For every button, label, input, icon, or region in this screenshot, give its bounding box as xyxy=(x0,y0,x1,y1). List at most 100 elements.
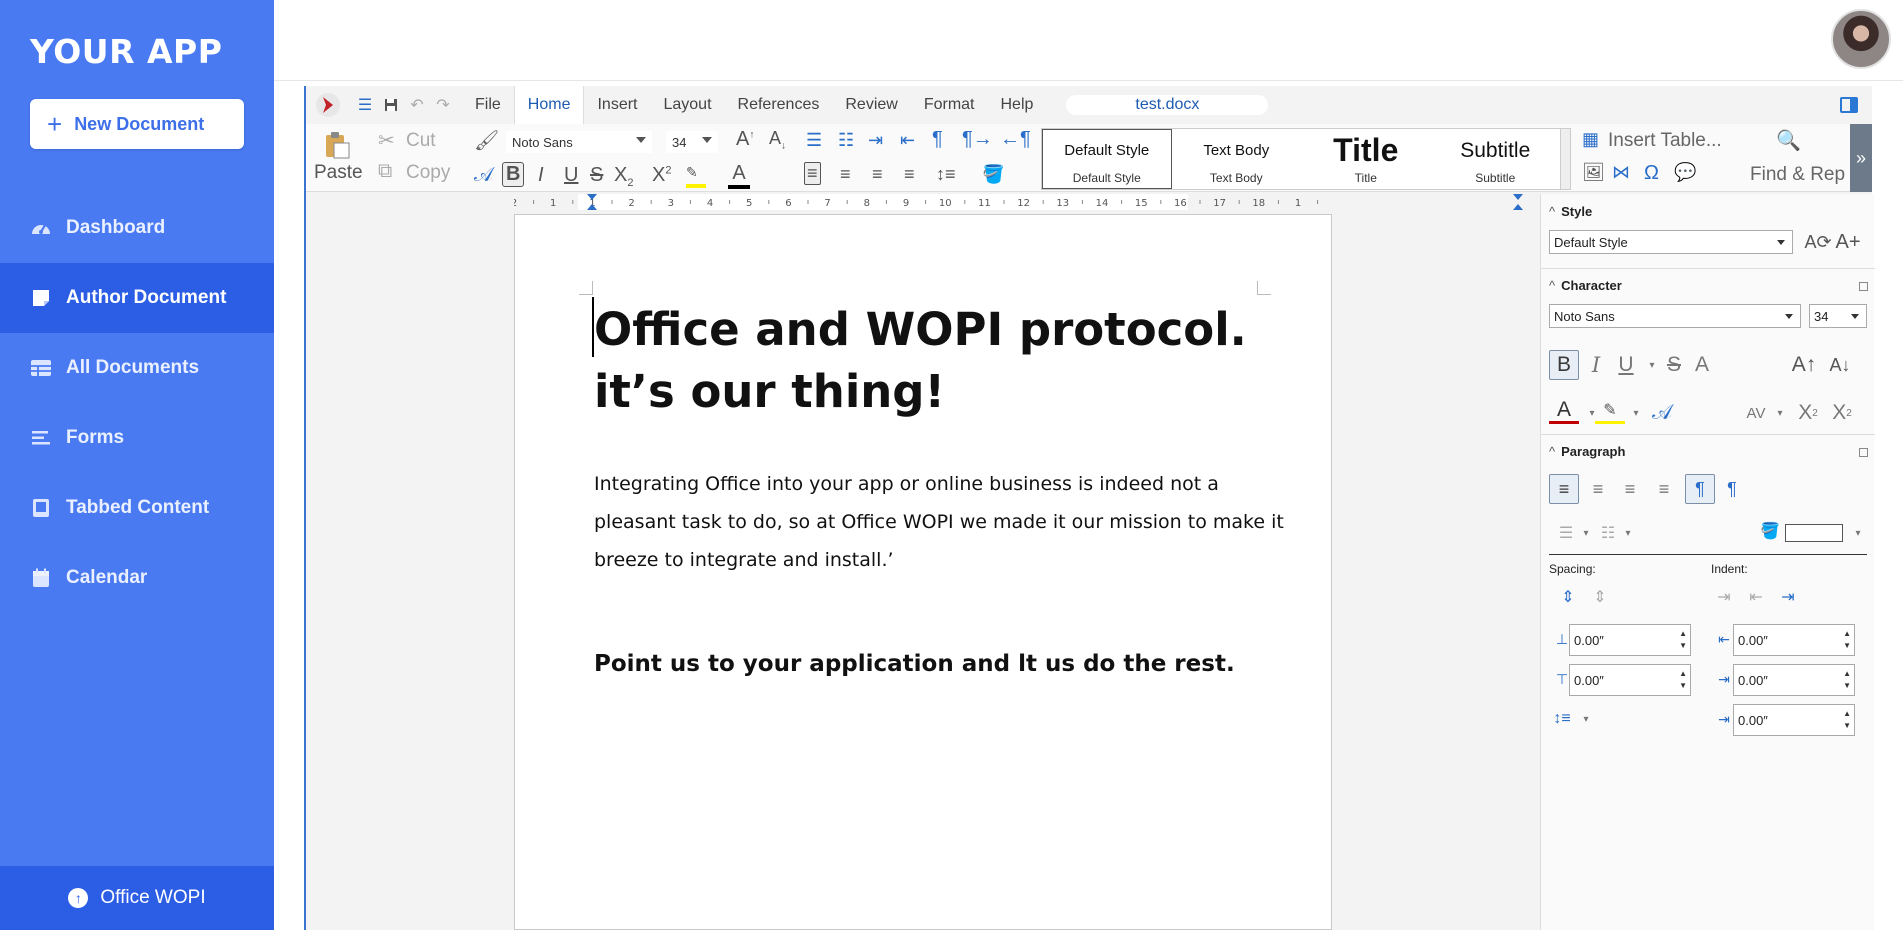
insert-table-icon[interactable]: ▦ xyxy=(1582,129,1599,150)
font-size-select[interactable]: 34 xyxy=(666,131,718,153)
after-text-indent-input[interactable]: 0.00″ ▲ ▼ xyxy=(1733,664,1855,696)
cut-button[interactable]: Cut xyxy=(406,130,436,152)
decrease-spacing-icon[interactable]: ⇕ xyxy=(1585,582,1615,612)
below-paragraph-spacing-input[interactable]: 0.00″ ▲ ▼ xyxy=(1569,664,1691,696)
save-icon[interactable] xyxy=(378,92,404,118)
style-section-header[interactable]: Style xyxy=(1549,204,1592,219)
panel-decrease-indent-icon[interactable]: ⇤ xyxy=(1741,582,1771,612)
menu-review[interactable]: Review xyxy=(832,86,910,124)
justify-icon[interactable]: ≡ xyxy=(904,164,915,185)
first-line-indent-input[interactable]: 0.00″ ▲ ▼ xyxy=(1733,704,1855,736)
find-replace-button[interactable]: Find & Rep xyxy=(1750,164,1845,186)
insert-table-button[interactable]: Insert Table... xyxy=(1608,130,1722,152)
hanging-indent-icon[interactable]: ⇥ xyxy=(1773,582,1803,612)
insert-comment-icon[interactable]: 💬 xyxy=(1674,162,1696,183)
bullet-list-icon[interactable]: ☰ xyxy=(806,130,822,151)
panel-ltr-icon[interactable]: ¶ xyxy=(1685,474,1715,504)
style-title[interactable]: Title Title xyxy=(1301,129,1431,189)
style-default[interactable]: Default Style Default Style xyxy=(1042,129,1172,189)
hamburger-menu-icon[interactable]: ☰ xyxy=(352,92,378,118)
above-paragraph-spacing-input[interactable]: 0.00″ ▲ ▼ xyxy=(1569,624,1691,656)
line-spacing-dropdown-icon[interactable]: ▾ xyxy=(1571,704,1601,734)
more-options-icon[interactable] xyxy=(1859,448,1868,457)
formatting-marks-icon[interactable]: ¶ xyxy=(932,128,943,151)
insert-chart-icon[interactable]: ⋈ xyxy=(1612,162,1630,183)
sidebar-toggle-icon[interactable] xyxy=(1840,97,1858,113)
paragraph-section-header[interactable]: Paragraph xyxy=(1549,444,1625,459)
grow-font-icon[interactable]: A↑ xyxy=(736,128,754,151)
office-wopi-link[interactable]: ↑ Office WOPI xyxy=(0,866,274,930)
align-left-icon[interactable]: ≡ xyxy=(804,162,821,185)
line-spacing-icon[interactable]: ↕≡ xyxy=(936,164,956,185)
nav-item-author-document[interactable]: Author Document xyxy=(0,263,274,333)
menu-file[interactable]: File xyxy=(462,86,514,124)
panel-italic-icon[interactable]: I xyxy=(1581,350,1611,380)
special-character-icon[interactable]: Ω xyxy=(1644,162,1659,185)
align-right-icon[interactable]: ≡ xyxy=(872,164,883,185)
panel-superscript-icon[interactable]: X2 xyxy=(1793,398,1823,428)
office-logo-icon[interactable] xyxy=(314,91,342,119)
character-size-select[interactable]: 34 xyxy=(1809,304,1867,328)
copy-icon[interactable]: ⧉ xyxy=(378,160,392,183)
panel-align-right-icon[interactable]: ≡ xyxy=(1615,474,1645,504)
subscript-icon[interactable]: X2 xyxy=(614,164,633,189)
find-replace-icon[interactable]: 🔍 xyxy=(1776,128,1801,153)
numbered-list-icon[interactable]: ☷ xyxy=(838,130,854,151)
document-name-field[interactable]: test.docx xyxy=(1066,95,1269,115)
menu-format[interactable]: Format xyxy=(911,86,988,124)
background-dropdown-icon[interactable]: ▾ xyxy=(1843,518,1873,548)
panel-increase-indent-icon[interactable]: ⇥ xyxy=(1709,582,1739,612)
italic-icon[interactable]: I xyxy=(538,164,544,187)
character-section-header[interactable]: Character xyxy=(1549,278,1622,293)
rtl-paragraph-icon[interactable]: ←¶ xyxy=(1000,128,1031,151)
panel-rtl-icon[interactable]: ¶ xyxy=(1717,474,1747,504)
bold-icon[interactable]: B xyxy=(502,162,525,187)
panel-font-color-icon[interactable]: A xyxy=(1549,398,1579,424)
increase-spacing-icon[interactable]: ⇕ xyxy=(1553,582,1583,612)
character-font-select[interactable]: Noto Sans xyxy=(1549,304,1801,328)
paste-icon[interactable] xyxy=(322,130,352,166)
menu-home[interactable]: Home xyxy=(513,86,585,124)
menu-help[interactable]: Help xyxy=(988,86,1047,124)
menu-layout[interactable]: Layout xyxy=(650,86,724,124)
undo-icon[interactable]: ↶ xyxy=(404,92,430,118)
panel-background-fill-icon[interactable]: 🪣 xyxy=(1755,516,1785,546)
panel-align-left-icon[interactable]: ≡ xyxy=(1549,474,1579,504)
nav-item-all-documents[interactable]: All Documents xyxy=(0,333,274,403)
panel-align-center-icon[interactable]: ≡ xyxy=(1583,474,1613,504)
font-name-select[interactable]: Noto Sans xyxy=(506,131,652,153)
font-color-icon[interactable]: A xyxy=(728,162,750,189)
copy-button[interactable]: Copy xyxy=(406,162,450,184)
numbering-dropdown-icon[interactable]: ▾ xyxy=(1613,518,1643,548)
style-subtitle[interactable]: Subtitle Subtitle xyxy=(1431,129,1561,189)
redo-icon[interactable]: ↷ xyxy=(430,92,456,118)
char-spacing-dropdown-icon[interactable]: ▾ xyxy=(1765,398,1795,428)
background-color-swatch[interactable] xyxy=(1785,524,1843,542)
cut-icon[interactable]: ✂ xyxy=(378,128,395,153)
panel-shrink-font-icon[interactable]: A↓ xyxy=(1825,350,1855,380)
ltr-paragraph-icon[interactable]: ¶→ xyxy=(962,128,993,151)
document-title[interactable]: Office and WOPI protocol. it’s our thing… xyxy=(594,299,1294,423)
insert-image-icon[interactable]: 🖼 xyxy=(1582,162,1605,183)
paragraph-background-icon[interactable]: 🪣 xyxy=(982,164,1004,185)
update-style-icon[interactable]: A⟳ xyxy=(1803,227,1833,257)
panel-strikethrough-icon[interactable]: S xyxy=(1659,350,1689,380)
menu-insert[interactable]: Insert xyxy=(584,86,650,124)
nav-item-calendar[interactable]: Calendar xyxy=(0,543,274,613)
panel-grow-font-icon[interactable]: A↑ xyxy=(1789,350,1819,380)
align-center-icon[interactable]: ≡ xyxy=(840,164,851,185)
new-document-button[interactable]: + New Document xyxy=(30,99,244,149)
menu-references[interactable]: References xyxy=(725,86,833,124)
document-paragraph[interactable]: Integrating Office into your app or onli… xyxy=(594,465,1284,579)
shadow-icon[interactable]: A xyxy=(1687,350,1717,380)
clone-formatting-icon[interactable]: 🖌 xyxy=(474,128,499,153)
before-text-indent-input[interactable]: 0.00″ ▲ ▼ xyxy=(1733,624,1855,656)
collapse-ribbon-icon[interactable]: » xyxy=(1850,124,1872,192)
nav-item-tabbed-content[interactable]: Tabbed Content xyxy=(0,473,274,543)
highlight-color-icon[interactable]: ✎ xyxy=(686,164,706,188)
document-page[interactable]: Office and WOPI protocol. it’s our thing… xyxy=(514,214,1332,930)
strikethrough-icon[interactable]: S xyxy=(590,164,603,187)
panel-clear-format-icon[interactable]: 𝒜 xyxy=(1647,398,1677,428)
document-bold-line[interactable]: Point us to your application and lt us d… xyxy=(594,651,1294,677)
more-options-icon[interactable] xyxy=(1859,282,1868,291)
